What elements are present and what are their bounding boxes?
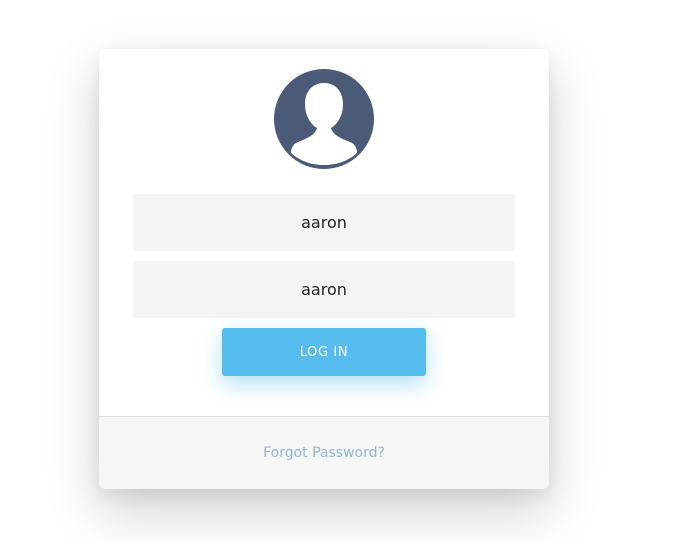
card-footer: Forgot Password?	[99, 416, 549, 489]
password-field[interactable]	[133, 261, 515, 318]
forgot-password-link[interactable]: Forgot Password?	[263, 445, 385, 461]
avatar	[274, 69, 374, 169]
page: LOG IN Forgot Password?	[0, 0, 696, 541]
login-card: LOG IN Forgot Password?	[99, 49, 549, 489]
user-silhouette-icon	[291, 83, 357, 165]
login-button[interactable]: LOG IN	[222, 328, 426, 376]
username-field[interactable]	[133, 194, 515, 251]
